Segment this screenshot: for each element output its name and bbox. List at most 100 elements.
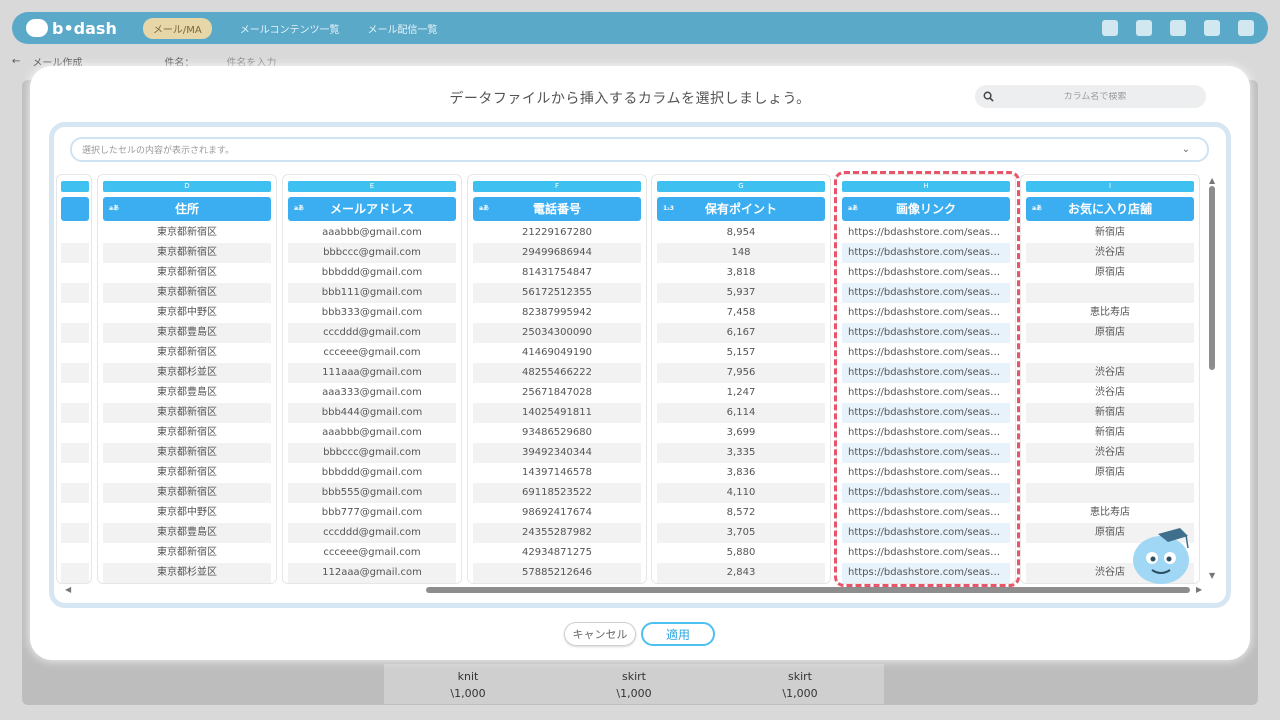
column-partial[interactable] [56, 174, 92, 584]
table-cell[interactable]: 東京都新宿区 [103, 483, 271, 503]
wrench-icon[interactable] [1136, 20, 1152, 36]
table-cell[interactable]: aaabbb@gmail.com [288, 423, 456, 443]
table-cell[interactable] [61, 423, 89, 443]
table-cell[interactable]: 渋谷店 [1026, 443, 1194, 463]
table-cell[interactable]: 東京都新宿区 [103, 403, 271, 423]
table-cell[interactable]: bbb777@gmail.com [288, 503, 456, 523]
table-cell[interactable]: 5,880 [657, 543, 825, 563]
table-cell[interactable] [61, 323, 89, 343]
column-header[interactable]: aあ お気に入り店舗 [1026, 197, 1194, 221]
table-cell[interactable] [61, 463, 89, 483]
table-cell[interactable]: 5,937 [657, 283, 825, 303]
table-cell[interactable]: 3,705 [657, 523, 825, 543]
table-cell[interactable] [1026, 283, 1194, 303]
table-cell[interactable] [61, 263, 89, 283]
table-cell[interactable] [61, 523, 89, 543]
table-cell[interactable] [61, 543, 89, 563]
logout-icon[interactable] [1238, 20, 1254, 36]
table-cell[interactable]: bbb333@gmail.com [288, 303, 456, 323]
app-switcher[interactable]: メール/MA [142, 17, 212, 39]
table-cell[interactable]: 41469049190 [473, 343, 641, 363]
table-cell[interactable]: 25671847028 [473, 383, 641, 403]
horizontal-scrollbar[interactable] [426, 587, 1190, 593]
table-cell[interactable]: 原宿店 [1026, 323, 1194, 343]
table-cell[interactable]: 6,114 [657, 403, 825, 423]
table-cell[interactable]: 82387995942 [473, 303, 641, 323]
table-cell[interactable]: 新宿店 [1026, 403, 1194, 423]
table-cell[interactable] [61, 383, 89, 403]
back-icon[interactable]: ← [12, 56, 20, 67]
table-cell[interactable]: 3,836 [657, 463, 825, 483]
table-cell[interactable]: 渋谷店 [1026, 383, 1194, 403]
table-cell[interactable]: 東京都新宿区 [103, 443, 271, 463]
table-cell[interactable]: 東京都新宿区 [103, 463, 271, 483]
table-cell[interactable]: 東京都豊島区 [103, 523, 271, 543]
table-cell[interactable]: 25034300090 [473, 323, 641, 343]
help-icon[interactable] [1204, 20, 1220, 36]
table-cell[interactable]: 111aaa@gmail.com [288, 363, 456, 383]
table-cell[interactable] [61, 223, 89, 243]
table-cell[interactable]: aaa333@gmail.com [288, 383, 456, 403]
nav-mail-delivery[interactable]: メール配信一覧 [368, 21, 438, 36]
table-cell[interactable]: 48255466222 [473, 363, 641, 383]
table-cell[interactable]: ccceee@gmail.com [288, 543, 456, 563]
table-cell[interactable]: 4,110 [657, 483, 825, 503]
table-cell[interactable]: 57885212646 [473, 563, 641, 583]
column-header[interactable]: aあ 電話番号 [473, 197, 641, 221]
column-header[interactable]: aあ メールアドレス [288, 197, 456, 221]
table-cell[interactable]: 東京都杉並区 [103, 363, 271, 383]
table-cell[interactable]: 2,843 [657, 563, 825, 583]
table-cell[interactable]: 東京都新宿区 [103, 423, 271, 443]
table-cell[interactable]: bbb111@gmail.com [288, 283, 456, 303]
table-cell[interactable]: 6,167 [657, 323, 825, 343]
table-cell[interactable] [61, 563, 89, 583]
table-cell[interactable]: 東京都新宿区 [103, 283, 271, 303]
table-cell[interactable]: 原宿店 [1026, 463, 1194, 483]
chevron-down-icon[interactable]: ⌄ [1179, 143, 1193, 157]
column-d[interactable]: Daあ 住所 東京都新宿区 東京都新宿区 東京都新宿区 東京都新宿区 東京都中野区 東京都豊島… [97, 174, 277, 584]
table-cell[interactable]: 原宿店 [1026, 263, 1194, 283]
table-cell[interactable]: 東京都新宿区 [103, 223, 271, 243]
apply-button[interactable]: 適用 [641, 622, 715, 646]
scroll-left-icon[interactable]: ◀ [65, 585, 71, 594]
table-cell[interactable]: 56172512355 [473, 283, 641, 303]
column-f[interactable]: Faあ 電話番号 21229167280 29499686944 81431754847… [467, 174, 647, 584]
table-cell[interactable]: 98692417674 [473, 503, 641, 523]
table-cell[interactable]: 東京都豊島区 [103, 323, 271, 343]
vertical-scrollbar[interactable] [1209, 186, 1215, 370]
bell-icon[interactable] [1102, 20, 1118, 36]
table-cell[interactable]: bbb555@gmail.com [288, 483, 456, 503]
table-cell[interactable]: bbbddd@gmail.com [288, 463, 456, 483]
table-cell[interactable]: 93486529680 [473, 423, 641, 443]
table-cell[interactable] [61, 303, 89, 323]
table-cell[interactable] [61, 403, 89, 423]
table-cell[interactable]: 7,956 [657, 363, 825, 383]
table-cell[interactable]: 東京都中野区 [103, 303, 271, 323]
table-cell[interactable]: 東京都新宿区 [103, 243, 271, 263]
table-cell[interactable]: cccddd@gmail.com [288, 523, 456, 543]
column-e[interactable]: Eaあ メールアドレス aaabbb@gmail.com bbbccc@gmail.c… [282, 174, 462, 584]
grid-icon[interactable] [1170, 20, 1186, 36]
table-cell[interactable]: 14397146578 [473, 463, 641, 483]
table-cell[interactable]: cccddd@gmail.com [288, 323, 456, 343]
table-cell[interactable] [61, 343, 89, 363]
table-cell[interactable]: 7,458 [657, 303, 825, 323]
table-cell[interactable]: bbbccc@gmail.com [288, 443, 456, 463]
nav-mail-contents[interactable]: メールコンテンツ一覧 [240, 21, 340, 36]
table-cell[interactable]: bbbccc@gmail.com [288, 243, 456, 263]
table-cell[interactable]: aaabbb@gmail.com [288, 223, 456, 243]
table-cell[interactable]: 新宿店 [1026, 223, 1194, 243]
column-header[interactable]: 1₂3 保有ポイント [657, 197, 825, 221]
table-cell[interactable] [1026, 483, 1194, 503]
column-g[interactable]: G 1₂3 保有ポイント 8,954 148 3,818 5,937 7,458 6,167 5,… [651, 174, 831, 584]
table-cell[interactable]: 渋谷店 [1026, 243, 1194, 263]
search-input[interactable] [1000, 91, 1190, 102]
table-cell[interactable] [61, 483, 89, 503]
table-cell[interactable]: 渋谷店 [1026, 363, 1194, 383]
table-cell[interactable]: 69118523522 [473, 483, 641, 503]
table-cell[interactable]: ccceee@gmail.com [288, 343, 456, 363]
table-cell[interactable]: 21229167280 [473, 223, 641, 243]
table-cell[interactable]: 3,699 [657, 423, 825, 443]
table-cell[interactable]: 14025491811 [473, 403, 641, 423]
table-cell[interactable]: 39492340344 [473, 443, 641, 463]
